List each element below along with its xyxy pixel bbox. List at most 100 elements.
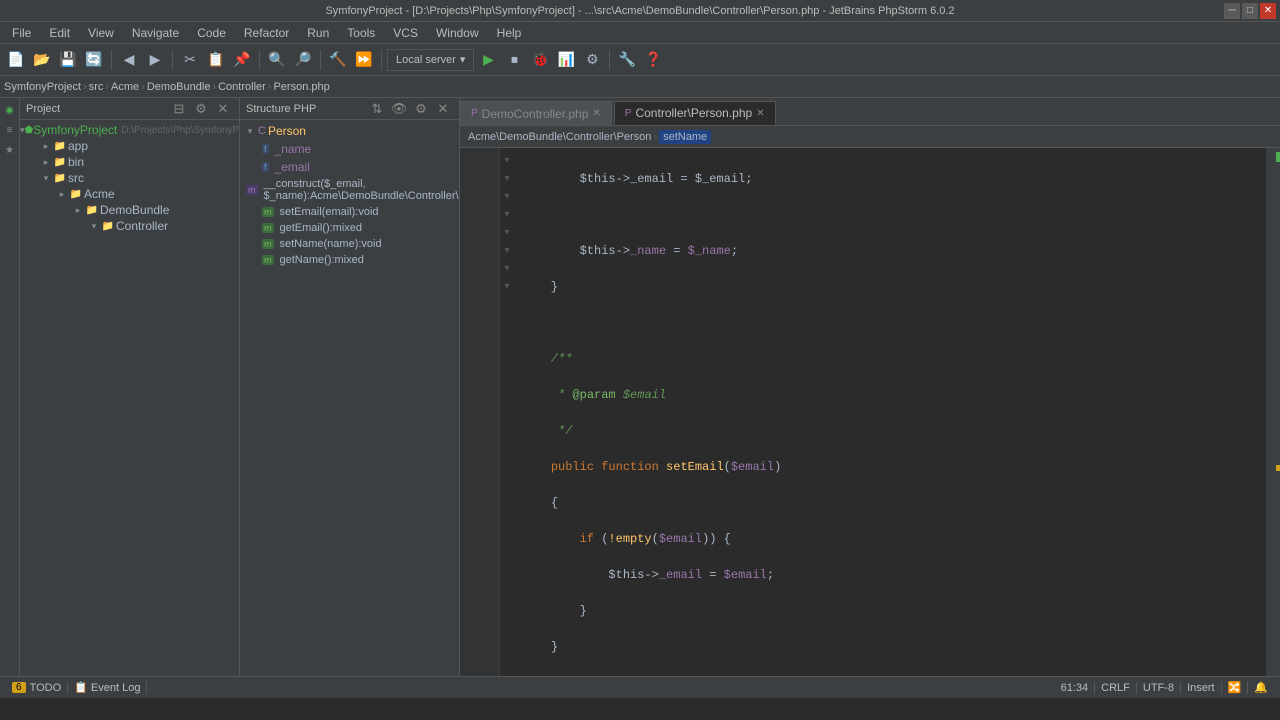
editor-bc-namespace[interactable]: Acme\DemoBundle\Controller\Person [468,131,651,143]
back-button[interactable]: ◀ [117,48,141,72]
new-file-button[interactable]: 📄 [4,48,28,72]
close-button[interactable]: ✕ [1260,3,1276,19]
method-label-construct: __construct($_email, $_name):Acme\DemoBu… [264,178,460,202]
window-title: SymfonyProject - [D:\Projects\Php\Symfon… [325,5,954,17]
structure-field-email[interactable]: f _email [240,158,459,176]
menu-code[interactable]: Code [189,24,234,42]
encoding-label: UTF-8 [1143,682,1174,694]
fold-32[interactable]: ▾ [500,278,514,296]
tab-democontroller[interactable]: P DemoController.php ✕ [460,101,612,125]
copy-button[interactable]: 📋 [204,48,228,72]
tree-arrow-demobundle: ▸ [72,205,84,216]
run-config-label: Local server [396,54,456,66]
tree-item-controller[interactable]: ▾ 📁 Controller [20,218,239,234]
menu-file[interactable]: File [4,24,39,42]
structure-method-setemail[interactable]: m setEmail(email):void [240,204,459,220]
event-log-status[interactable]: 📋 Event Log [68,681,147,694]
breadcrumb-src[interactable]: src [89,81,104,93]
tree-root-path: D:\Projects\Php\SymfonyProject [121,125,239,136]
settings-button[interactable]: 🔧 [615,48,639,72]
structure-method-getname[interactable]: m getName():mixed [240,252,459,268]
fold-4[interactable]: ▾ [500,170,514,188]
tree-item-app[interactable]: ▸ 📁 app [20,138,239,154]
method-label-setemail: setEmail(email):void [280,206,379,218]
fold-1[interactable]: ▾ [500,152,514,170]
close-panel-button[interactable]: ✕ [213,99,233,119]
breadcrumb-person[interactable]: Person.php [273,81,329,93]
menu-vcs[interactable]: VCS [385,24,426,42]
todo-status[interactable]: 6 TODO [6,682,68,694]
menu-run[interactable]: Run [299,24,337,42]
visibility-filter-button[interactable]: 👁 [389,99,409,119]
menu-view[interactable]: View [80,24,122,42]
debug-nav-button[interactable]: ⏩ [352,48,376,72]
fold-27[interactable]: ▾ [500,260,514,278]
navigation-bar: SymfonyProject › src › Acme › DemoBundle… [0,76,1280,98]
structure-method-setname[interactable]: m setName(name):void [240,236,459,252]
maximize-button[interactable]: □ [1242,3,1258,19]
build-button[interactable]: 🔨 [326,48,350,72]
right-gutter[interactable] [1266,148,1280,676]
tree-item-src[interactable]: ▾ 📁 src [20,170,239,186]
gear-icon[interactable]: ⚙ [191,99,211,119]
alphabetical-sort-button[interactable]: ⇅ [367,99,387,119]
tree-item-demobundle[interactable]: ▸ 📁 DemoBundle [20,202,239,218]
fold-19[interactable]: ▾ [500,224,514,242]
help-toolbar-button[interactable]: ❓ [641,48,665,72]
structure-method-getemail[interactable]: m getEmail():mixed [240,220,459,236]
coverage-button[interactable]: 📊 [554,48,578,72]
find-button[interactable]: 🔎 [291,48,315,72]
minimize-button[interactable]: ─ [1224,3,1240,19]
search-button[interactable]: 🔍 [265,48,289,72]
menu-tools[interactable]: Tools [339,24,383,42]
breadcrumb-demobundle[interactable]: DemoBundle [147,81,211,93]
structure-field-name[interactable]: f _name [240,140,459,158]
menu-navigate[interactable]: Navigate [124,24,187,42]
menu-help[interactable]: Help [489,24,530,42]
cursor-mode-status[interactable]: Insert [1181,682,1222,694]
vcs-status[interactable]: 🔀 [1222,681,1249,694]
fold-9[interactable]: ▾ [500,188,514,206]
structure-method-construct[interactable]: m __construct($_email, $_name):Acme\Demo… [240,176,459,204]
tree-root[interactable]: ▾ ⬟ SymfonyProject D:\Projects\Php\Symfo… [20,122,239,138]
stop-button[interactable]: ⏹ [502,48,526,72]
sync-button[interactable]: 🔄 [82,48,106,72]
project-icon[interactable]: ◉ [2,102,18,118]
breadcrumb-controller[interactable]: Controller [218,81,266,93]
paste-button[interactable]: 📌 [230,48,254,72]
fold-22[interactable]: ▾ [500,242,514,260]
save-button[interactable]: 💾 [56,48,80,72]
tab-person[interactable]: P Controller\Person.php ✕ [614,101,776,125]
breadcrumb-acme[interactable]: Acme [111,81,139,93]
open-button[interactable]: 📂 [30,48,54,72]
fold-14[interactable]: ▾ [500,206,514,224]
menu-refactor[interactable]: Refactor [236,24,297,42]
tree-item-acme[interactable]: ▸ 📁 Acme [20,186,239,202]
tab-close-person[interactable]: ✕ [756,108,764,119]
debug-button[interactable]: 🐞 [528,48,552,72]
method-label-getname: getName():mixed [280,254,364,266]
code-content[interactable]: $this->_email = $_email; $this->_name = … [514,148,1266,676]
menu-edit[interactable]: Edit [41,24,78,42]
structure-close-button[interactable]: ✕ [433,99,453,119]
folder-icon-acme: 📁 [68,187,84,201]
code-editor[interactable]: ▾ ▾ ▾ ▾ ▾ [460,148,1280,676]
structure-class-person[interactable]: ▾ C Person [240,122,459,140]
tab-close-democontroller[interactable]: ✕ [592,108,600,119]
favorites-icon[interactable]: ★ [2,142,18,158]
menu-window[interactable]: Window [428,24,487,42]
run-config-dropdown[interactable]: Local server ▾ [387,49,474,71]
line-ending[interactable]: CRLF [1095,682,1137,694]
notification-status[interactable]: 🔔 [1248,681,1274,694]
breadcrumb-symfony[interactable]: SymfonyProject [4,81,81,93]
run-button[interactable]: ▶ [476,48,500,72]
profile-button[interactable]: ⚙ [580,48,604,72]
collapse-all-button[interactable]: ⊟ [169,99,189,119]
tree-item-bin[interactable]: ▸ 📁 bin [20,154,239,170]
forward-button[interactable]: ▶ [143,48,167,72]
structure-settings-button[interactable]: ⚙ [411,99,431,119]
editor-bc-method[interactable]: setName [659,130,711,144]
structure-icon[interactable]: ≡ [2,122,18,138]
encoding-status[interactable]: UTF-8 [1137,682,1181,694]
cut-button[interactable]: ✂ [178,48,202,72]
